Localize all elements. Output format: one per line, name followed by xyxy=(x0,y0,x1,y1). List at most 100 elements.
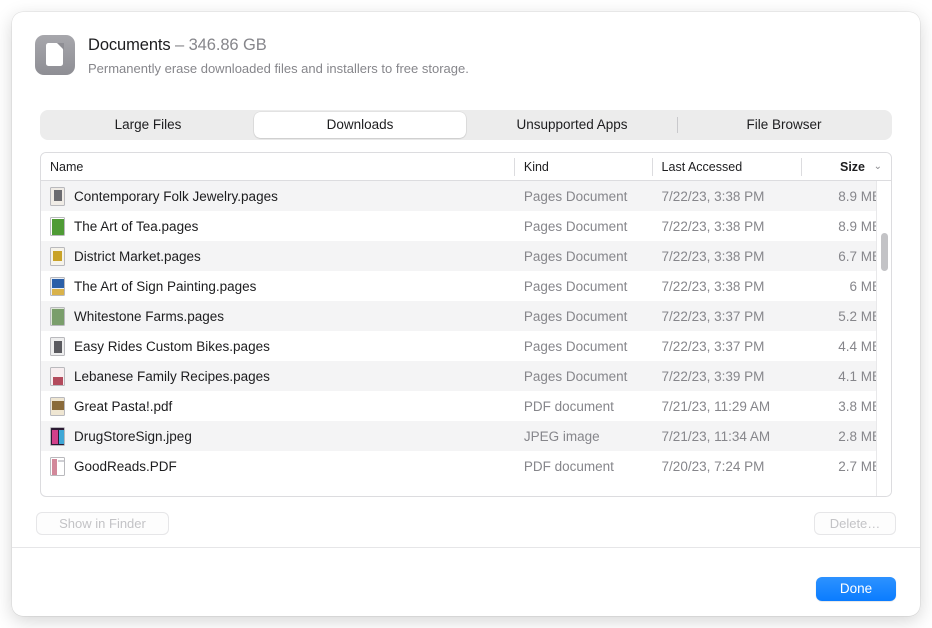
table-row[interactable]: Great Pasta!.pdf PDF document7/21/23, 11:… xyxy=(41,391,891,421)
page-subtitle: Permanently erase downloaded files and i… xyxy=(88,59,469,78)
cell-name: Lebanese Family Recipes.pages xyxy=(41,367,514,386)
file-thumbnail-icon xyxy=(50,397,65,416)
cell-last-accessed: 7/22/23, 3:38 PM xyxy=(652,279,802,294)
table-header-row: Name Kind Last Accessed Size ⌄ xyxy=(41,153,891,181)
column-header-last-accessed-label: Last Accessed xyxy=(662,160,743,174)
tab-file-browser[interactable]: File Browser xyxy=(678,112,890,138)
cell-last-accessed: 7/22/23, 3:38 PM xyxy=(652,249,802,264)
file-thumbnail-icon xyxy=(50,307,65,326)
cell-kind: Pages Document xyxy=(514,249,652,264)
cell-last-accessed: 7/20/23, 7:24 PM xyxy=(652,459,802,474)
done-button[interactable]: Done xyxy=(816,577,896,601)
tab-unsupported-apps-label: Unsupported Apps xyxy=(516,117,627,132)
column-header-size[interactable]: Size ⌄ xyxy=(801,153,891,181)
cell-kind: Pages Document xyxy=(514,219,652,234)
cell-name: Contemporary Folk Jewelry.pages xyxy=(41,187,514,206)
document-icon-fold xyxy=(57,43,64,50)
tab-large-files-label: Large Files xyxy=(115,117,182,132)
table-row[interactable]: The Art of Sign Painting.pages Pages Docu… xyxy=(41,271,891,301)
cell-name: The Art of Sign Painting.pages xyxy=(41,277,514,296)
page-title-size: 346.86 GB xyxy=(189,36,267,54)
page-title-name: Documents xyxy=(88,36,171,54)
file-thumbnail-icon xyxy=(50,277,65,296)
header-text-block: Documents – 346.86 GB Permanently erase … xyxy=(88,34,469,78)
cell-last-accessed: 7/22/23, 3:37 PM xyxy=(652,309,802,324)
cell-name: Great Pasta!.pdf xyxy=(41,397,514,416)
column-header-name[interactable]: Name xyxy=(41,153,514,181)
cell-last-accessed: 7/22/23, 3:38 PM xyxy=(652,219,802,234)
cell-last-accessed: 7/21/23, 11:29 AM xyxy=(652,399,802,414)
table-row[interactable]: Whitestone Farms.pages Pages Document7/22… xyxy=(41,301,891,331)
cell-kind: PDF document xyxy=(514,399,652,414)
column-header-last-accessed[interactable]: Last Accessed xyxy=(652,153,802,181)
cell-kind: Pages Document xyxy=(514,339,652,354)
cell-kind: Pages Document xyxy=(514,279,652,294)
table-row[interactable]: Easy Rides Custom Bikes.pages Pages Docum… xyxy=(41,331,891,361)
chevron-down-icon: ⌄ xyxy=(874,153,882,181)
column-divider xyxy=(652,158,653,176)
window-header: Documents – 346.86 GB Permanently erase … xyxy=(12,12,920,94)
file-thumbnail-icon xyxy=(50,247,65,266)
tab-unsupported-apps[interactable]: Unsupported Apps xyxy=(466,112,678,138)
cell-kind: JPEG image xyxy=(514,429,652,444)
file-name: Easy Rides Custom Bikes.pages xyxy=(74,339,270,354)
tab-downloads[interactable]: Downloads xyxy=(254,112,466,138)
cell-name: Whitestone Farms.pages xyxy=(41,307,514,326)
file-thumbnail-icon xyxy=(50,187,65,206)
storage-management-window: Documents – 346.86 GB Permanently erase … xyxy=(12,12,920,616)
file-thumbnail-icon xyxy=(50,427,65,446)
table-row[interactable]: Contemporary Folk Jewelry.pages Pages Doc… xyxy=(41,181,891,211)
file-table: Name Kind Last Accessed Size ⌄ Contempora… xyxy=(40,152,892,497)
table-row[interactable]: District Market.pages Pages Document7/22/… xyxy=(41,241,891,271)
file-name: The Art of Tea.pages xyxy=(74,219,198,234)
cell-kind: PDF document xyxy=(514,459,652,474)
table-row[interactable]: The Art of Tea.pages Pages Document7/22/2… xyxy=(41,211,891,241)
cell-kind: Pages Document xyxy=(514,189,652,204)
column-divider xyxy=(801,158,802,176)
show-in-finder-label: Show in Finder xyxy=(59,516,146,531)
file-name: DrugStoreSign.jpeg xyxy=(74,429,192,444)
cell-name: The Art of Tea.pages xyxy=(41,217,514,236)
table-row[interactable]: DrugStoreSign.jpeg JPEG image7/21/23, 11:… xyxy=(41,421,891,451)
cell-last-accessed: 7/22/23, 3:37 PM xyxy=(652,339,802,354)
cell-name: Easy Rides Custom Bikes.pages xyxy=(41,337,514,356)
document-icon xyxy=(35,35,75,75)
cell-name: GoodReads.PDF xyxy=(41,457,514,476)
scrollbar-thumb[interactable] xyxy=(881,233,888,271)
file-name: The Art of Sign Painting.pages xyxy=(74,279,256,294)
column-header-kind[interactable]: Kind xyxy=(514,153,652,181)
cell-name: District Market.pages xyxy=(41,247,514,266)
file-name: Whitestone Farms.pages xyxy=(74,309,224,324)
column-divider xyxy=(514,158,515,176)
page-title-separator: – xyxy=(171,36,189,54)
table-row[interactable]: Lebanese Family Recipes.pages Pages Docum… xyxy=(41,361,891,391)
table-body: Contemporary Folk Jewelry.pages Pages Doc… xyxy=(41,181,891,497)
footer-divider xyxy=(12,547,920,548)
cell-last-accessed: 7/22/23, 3:39 PM xyxy=(652,369,802,384)
screen: Documents – 346.86 GB Permanently erase … xyxy=(0,0,932,628)
file-thumbnail-icon xyxy=(50,337,65,356)
show-in-finder-button[interactable]: Show in Finder xyxy=(36,512,169,535)
file-name: Contemporary Folk Jewelry.pages xyxy=(74,189,278,204)
file-name: District Market.pages xyxy=(74,249,201,264)
tab-large-files[interactable]: Large Files xyxy=(42,112,254,138)
delete-button[interactable]: Delete… xyxy=(814,512,896,535)
file-thumbnail-icon xyxy=(50,367,65,386)
cell-kind: Pages Document xyxy=(514,369,652,384)
file-thumbnail-icon xyxy=(50,217,65,236)
file-name: GoodReads.PDF xyxy=(74,459,177,474)
column-header-size-label: Size xyxy=(840,160,865,174)
file-name: Great Pasta!.pdf xyxy=(74,399,172,414)
column-header-name-label: Name xyxy=(50,160,83,174)
table-row[interactable]: GoodReads.PDF PDF document7/20/23, 7:24 P… xyxy=(41,451,891,481)
cell-last-accessed: 7/22/23, 3:38 PM xyxy=(652,189,802,204)
page-title: Documents – 346.86 GB xyxy=(88,34,469,56)
cell-last-accessed: 7/21/23, 11:34 AM xyxy=(652,429,802,444)
column-header-kind-label: Kind xyxy=(524,160,549,174)
tab-file-browser-label: File Browser xyxy=(746,117,821,132)
table-scrollbar[interactable] xyxy=(876,181,891,497)
cell-kind: Pages Document xyxy=(514,309,652,324)
file-thumbnail-icon xyxy=(50,457,65,476)
tab-downloads-label: Downloads xyxy=(327,117,394,132)
file-name: Lebanese Family Recipes.pages xyxy=(74,369,270,384)
